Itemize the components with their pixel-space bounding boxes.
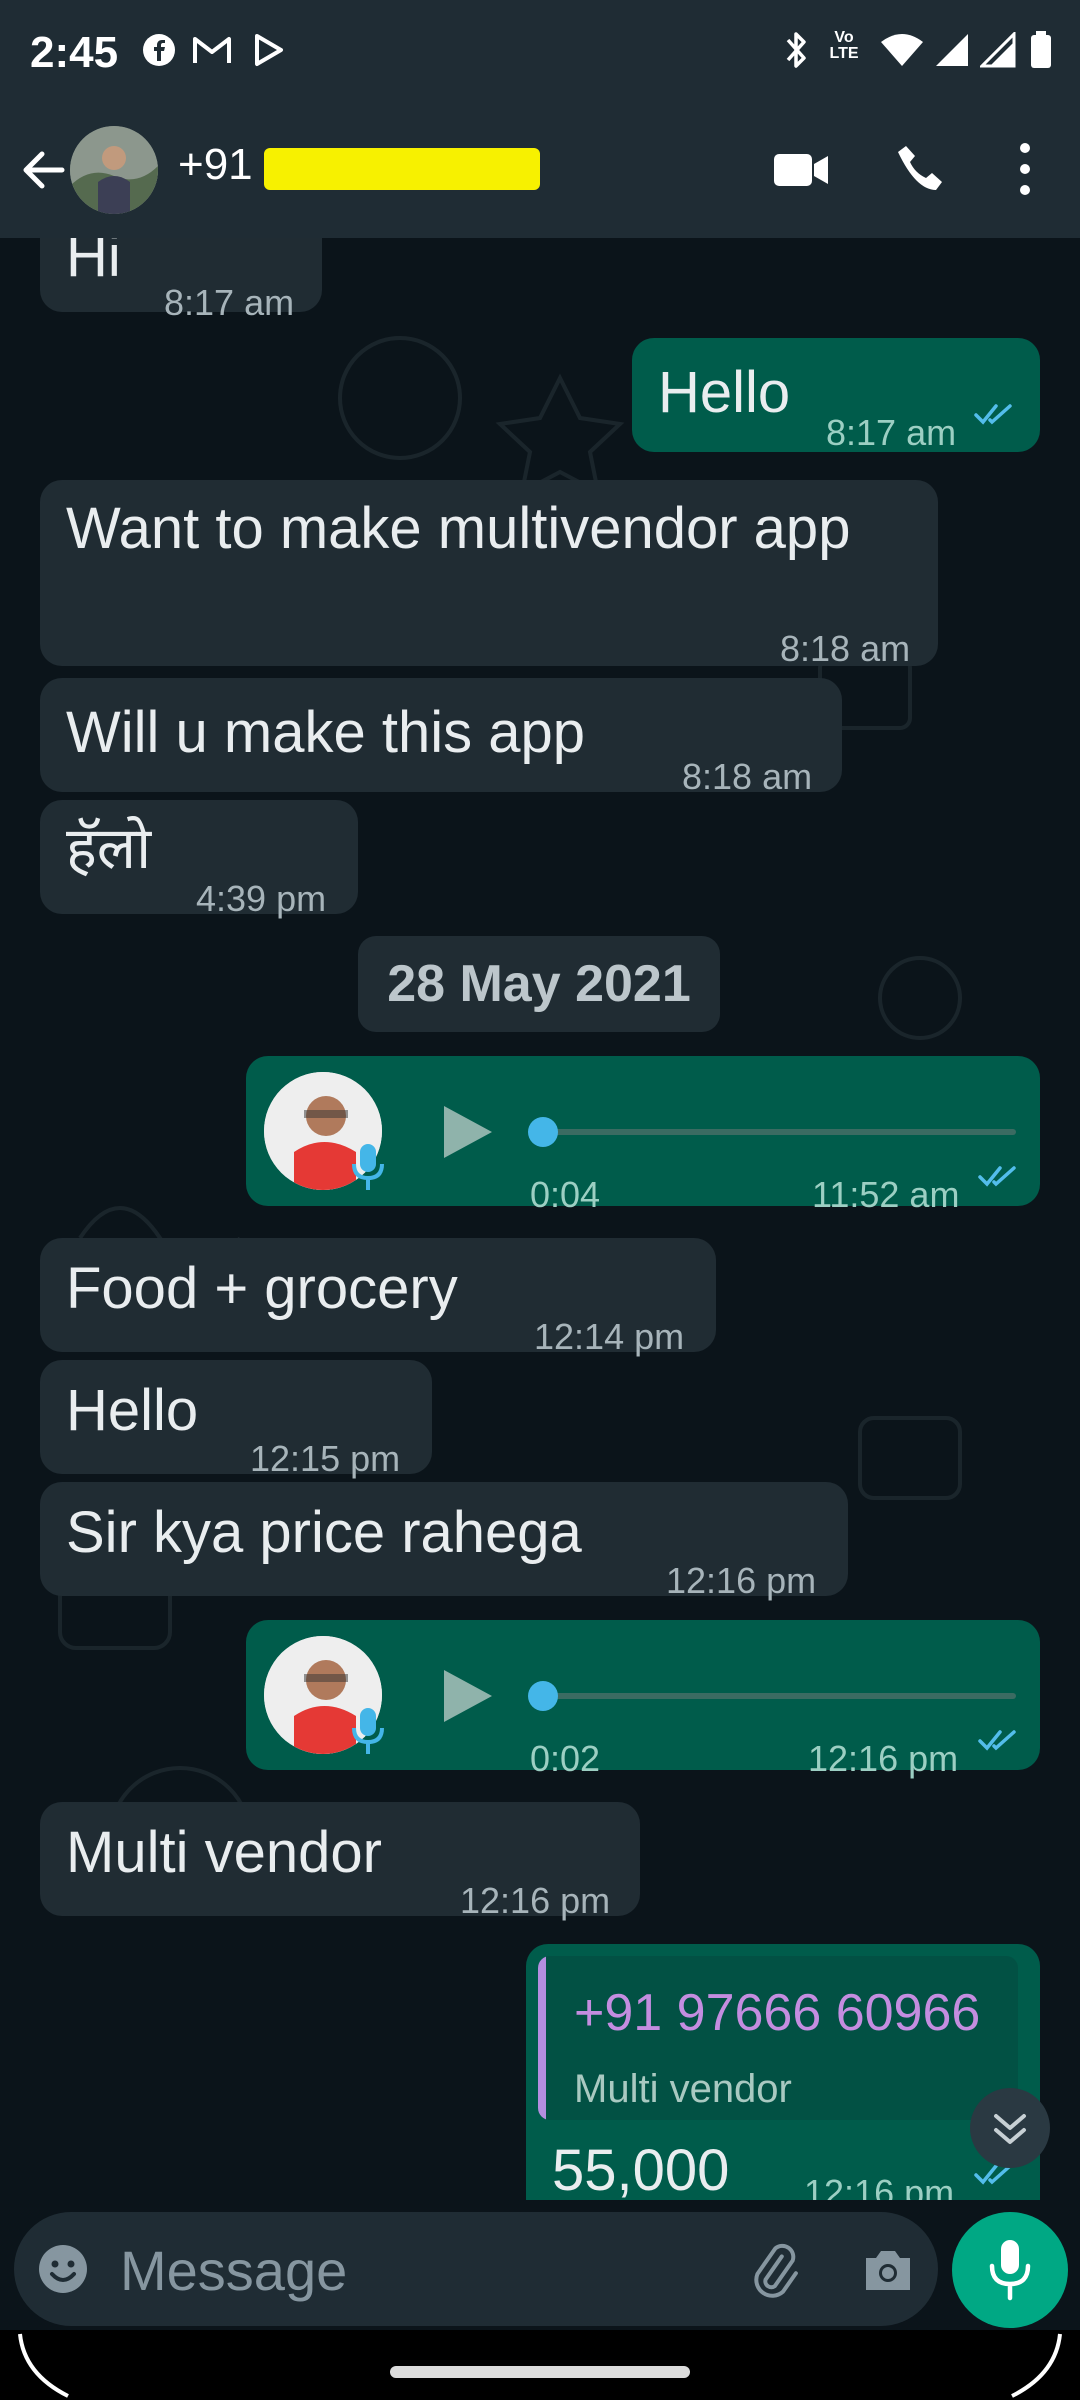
message-text: Hi (66, 238, 121, 289)
date-divider: 28 May 2021 (358, 936, 720, 1032)
message-time: 8:17 am (826, 412, 957, 453)
play-store-icon (252, 30, 286, 70)
message-time: 8:18 am (780, 628, 911, 669)
message-text: Food + grocery (66, 1256, 458, 1321)
message-text: Sir kya price rahega (66, 1500, 582, 1565)
double-chevron-down-icon (994, 2114, 1026, 2144)
voice-message-outgoing[interactable]: 0:04 11:52 am (246, 1056, 1040, 1215)
read-ticks-icon (978, 1730, 1016, 1751)
message-text: 55,000 (552, 2138, 730, 2200)
more-options-icon[interactable] (1000, 134, 1070, 204)
redacted-number (264, 148, 540, 190)
read-ticks-icon (978, 1166, 1016, 1187)
status-bar: 2:45 Vo LTE (0, 0, 1080, 100)
emoji-icon[interactable] (36, 2242, 90, 2296)
message-incoming[interactable]: Hello 12:15 pm (40, 1360, 432, 1479)
attach-icon[interactable] (744, 2240, 804, 2300)
corner-curve-right (1011, 2333, 1062, 2398)
message-time: 12:14 pm (534, 1316, 685, 1357)
back-arrow-icon[interactable] (16, 140, 76, 200)
volte-label: Vo LTE (829, 29, 859, 62)
voice-message-outgoing[interactable]: 0:02 12:16 pm (246, 1620, 1040, 1779)
mic-icon (352, 1144, 384, 1190)
chat-area[interactable]: Hi 8:17 am Hello 8:17 am Want to make mu… (0, 238, 1080, 2200)
compose-bar: Message (0, 2200, 1080, 2330)
audio-seek-handle[interactable] (528, 1681, 558, 1711)
message-text: हॅलो (66, 816, 152, 881)
message-incoming[interactable]: Hi 8:17 am (40, 238, 322, 323)
message-text: Want to make multivendor app (66, 496, 851, 561)
message-outgoing[interactable]: Hello 8:17 am (632, 338, 1040, 453)
message-placeholder: Message (120, 2239, 348, 2302)
message-input[interactable]: Message (14, 2212, 938, 2326)
message-time: 11:52 am (812, 1174, 960, 1215)
message-text: Hello (658, 360, 791, 425)
message-incoming[interactable]: Multi vendor 12:16 pm (40, 1802, 640, 1921)
audio-duration: 0:02 (530, 1738, 601, 1779)
status-time: 2:45 (30, 28, 119, 77)
quoted-sender: +91 97666 60966 (574, 1984, 981, 2042)
quote-bar (538, 1956, 546, 2120)
voice-record-button[interactable] (952, 2212, 1068, 2328)
message-incoming[interactable]: Sir kya price rahega 12:16 pm (40, 1482, 848, 1601)
home-gesture-pill[interactable] (390, 2366, 690, 2378)
chat-header: +91 (0, 100, 1080, 238)
message-incoming[interactable]: Will u make this app 8:18 am (40, 678, 842, 797)
bluetooth-icon (784, 30, 810, 70)
message-text: Multi vendor (66, 1820, 382, 1885)
message-time: 12:16 pm (666, 1560, 817, 1601)
corner-curve-left (18, 2333, 69, 2398)
battery-icon (1030, 30, 1052, 70)
quoted-message[interactable]: +91 97666 60966 Multi vendor (538, 1956, 1018, 2120)
wifi-icon (880, 30, 924, 70)
message-time: 12:16 pm (804, 2172, 955, 2200)
audio-progress-track[interactable] (536, 1129, 1016, 1135)
audio-duration: 0:04 (530, 1174, 601, 1215)
reply-message-outgoing[interactable]: +91 97666 60966 Multi vendor 55,000 12:1… (526, 1944, 1040, 2200)
system-nav-bar (0, 2330, 1080, 2400)
volte-icon: Vo LTE (826, 30, 862, 70)
contact-avatar[interactable] (70, 126, 158, 214)
signal-icon (980, 30, 1016, 70)
signal-icon (934, 30, 970, 70)
quoted-text: Multi vendor (574, 2067, 792, 2111)
facebook-icon (142, 30, 176, 70)
message-time: 12:16 pm (808, 1738, 959, 1779)
message-time: 8:17 am (164, 282, 295, 323)
message-incoming[interactable]: Food + grocery 12:14 pm (40, 1238, 716, 1357)
message-time: 12:16 pm (460, 1880, 611, 1921)
mic-icon (989, 2240, 1031, 2301)
audio-progress-track[interactable] (536, 1693, 1016, 1699)
contact-name[interactable]: +91 (178, 140, 253, 190)
play-icon[interactable] (436, 1666, 496, 1726)
message-incoming[interactable]: हॅलो 4:39 pm (40, 800, 358, 919)
voice-call-icon[interactable] (886, 134, 956, 204)
read-ticks-icon (974, 404, 1012, 425)
message-text: Will u make this app (66, 700, 585, 765)
gmail-icon (192, 30, 232, 70)
play-icon[interactable] (436, 1102, 496, 1162)
camera-icon[interactable] (860, 2242, 916, 2298)
message-text: Hello (66, 1378, 199, 1443)
scroll-to-bottom-button[interactable] (970, 2088, 1050, 2168)
message-time: 4:39 pm (196, 878, 327, 919)
audio-seek-handle[interactable] (528, 1117, 558, 1147)
message-incoming[interactable]: Want to make multivendor app 8:18 am (40, 480, 938, 669)
video-call-icon[interactable] (766, 134, 836, 204)
mic-icon (352, 1708, 384, 1754)
message-time: 8:18 am (682, 756, 813, 797)
